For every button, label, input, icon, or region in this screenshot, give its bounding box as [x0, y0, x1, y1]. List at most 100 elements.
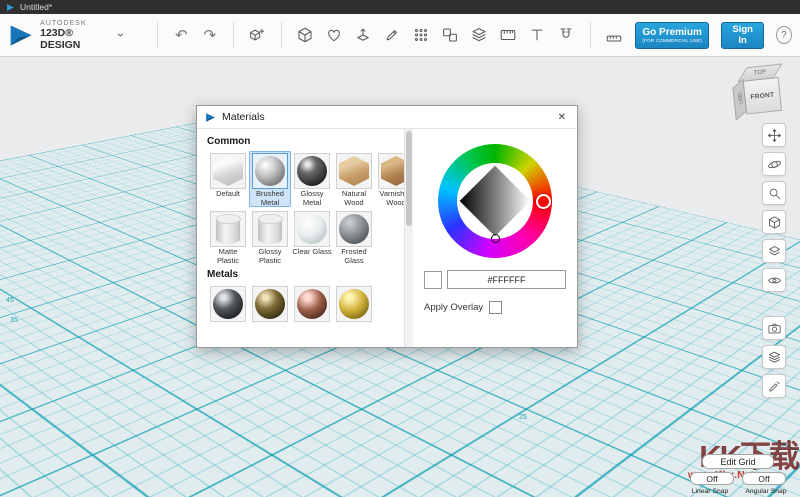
app-menu-button[interactable]: AUTODESK 123D® DESIGN [8, 20, 125, 51]
grouping-icon [441, 26, 459, 44]
materials-dialog: Materials ✕ Common DefaultBrushed MetalGl… [196, 105, 578, 348]
scrollbar-thumb[interactable] [406, 131, 412, 226]
ruler-icon[interactable] [602, 23, 627, 48]
material-item[interactable]: Brushed Metal [249, 151, 291, 207]
grid-axis-label: 25 [519, 414, 527, 421]
sign-in-button[interactable]: Sign In [721, 22, 763, 49]
material-swatch[interactable] [210, 211, 246, 247]
brand-logo-icon [8, 22, 34, 49]
combine-icon[interactable] [467, 23, 492, 48]
material-item[interactable] [249, 284, 291, 340]
material-swatch[interactable] [336, 286, 372, 322]
material-label [291, 323, 333, 340]
material-item[interactable] [207, 284, 249, 340]
viewcube-front-label: FRONT [750, 91, 774, 100]
app-logo-icon [6, 3, 15, 12]
construct-icon [354, 26, 372, 44]
material-item[interactable] [291, 284, 333, 340]
grouping-icon[interactable] [438, 23, 463, 48]
material-item[interactable] [333, 284, 375, 340]
material-label [333, 323, 375, 340]
wood-cube-icon [339, 156, 369, 186]
materials-section-header: Common [207, 136, 402, 147]
zoom-icon[interactable] [762, 181, 786, 205]
toolbar-group-tools [293, 23, 579, 48]
sketch-edit-icon[interactable] [762, 374, 786, 398]
viewcube-front-face[interactable]: FRONT [743, 77, 782, 115]
color-wheel[interactable] [438, 144, 552, 258]
measure-icon [499, 26, 517, 44]
toolbar-divider [157, 22, 158, 48]
material-swatch[interactable] [294, 211, 330, 247]
materials-scrollbar[interactable] [404, 129, 413, 347]
view-mode-icon[interactable] [762, 239, 786, 263]
primitives-icon [296, 26, 314, 44]
zoom-icon [767, 186, 782, 201]
edit-grid-button[interactable]: Edit Grid [702, 454, 774, 469]
screenshot-icon[interactable] [762, 316, 786, 340]
pan-icon[interactable] [762, 123, 786, 147]
pattern-icon[interactable] [409, 23, 434, 48]
material-item[interactable]: Glossy Plastic [249, 209, 291, 265]
material-swatch[interactable] [336, 153, 372, 189]
material-swatch[interactable] [294, 286, 330, 322]
view-cube[interactable]: TOP LEFT FRONT [727, 62, 792, 122]
close-icon[interactable]: ✕ [555, 110, 569, 125]
material-swatch[interactable] [336, 211, 372, 247]
viewport-3d[interactable]: 45 35 25 TOP LEFT FRONT Materials ✕ Common… [0, 57, 800, 497]
materials-dialog-titlebar[interactable]: Materials ✕ [197, 106, 577, 129]
snap-icon[interactable] [554, 23, 579, 48]
material-swatch[interactable] [252, 286, 288, 322]
material-swatch[interactable] [294, 153, 330, 189]
orbit-icon [767, 157, 782, 172]
measure-icon[interactable] [496, 23, 521, 48]
apply-overlay-checkbox[interactable] [489, 301, 502, 314]
fit-view-icon [767, 215, 782, 230]
material-item[interactable]: Default [207, 151, 249, 207]
sketch-edit-icon [767, 379, 782, 394]
material-item[interactable]: Matte Plastic [207, 209, 249, 265]
apply-overlay-row: Apply Overlay [424, 301, 566, 314]
material-swatch[interactable] [252, 153, 288, 189]
undo-button[interactable]: ↶ [169, 23, 194, 48]
text-icon[interactable] [525, 23, 550, 48]
grid-axis-label: 35 [10, 317, 18, 324]
material-item[interactable]: Varnished Wood [375, 151, 404, 207]
material-swatch[interactable] [210, 153, 246, 189]
primitives-icon[interactable] [293, 23, 318, 48]
toolbar-group-transform [245, 23, 270, 48]
construct-icon[interactable] [351, 23, 376, 48]
value-marker[interactable] [491, 234, 500, 243]
hex-color-input[interactable] [447, 270, 566, 289]
material-swatch[interactable] [378, 153, 404, 189]
redo-icon: ↷ [204, 28, 217, 43]
sketch-icon[interactable] [322, 23, 347, 48]
material-label: Glossy Metal [291, 190, 333, 207]
material-label: Clear Glass [291, 248, 333, 265]
orbit-icon[interactable] [762, 152, 786, 176]
visibility-icon[interactable] [762, 268, 786, 292]
pan-icon [767, 128, 782, 143]
go-premium-button[interactable]: Go Premium (FOR COMMERCIAL USE) [635, 22, 710, 49]
current-color-swatch [424, 271, 442, 289]
chevron-down-icon[interactable] [116, 30, 125, 40]
material-item[interactable]: Clear Glass [291, 209, 333, 265]
materials-icon[interactable] [762, 345, 786, 369]
help-button[interactable]: ? [776, 26, 792, 44]
material-item[interactable]: Glossy Metal [291, 151, 333, 207]
fit-view-icon[interactable] [762, 210, 786, 234]
material-item[interactable]: Frosted Glass [333, 209, 375, 265]
material-label: Default [207, 190, 249, 207]
hue-marker[interactable] [536, 194, 551, 209]
linear-snap-button[interactable]: Off [690, 472, 734, 485]
redo-button[interactable]: ↷ [198, 23, 223, 48]
modify-icon[interactable] [380, 23, 405, 48]
grid-axis-label: 45 [6, 297, 14, 304]
toolbar-group-ruler [602, 23, 627, 48]
transform-icon[interactable] [245, 23, 270, 48]
material-item[interactable]: Natural Wood [333, 151, 375, 207]
material-swatch[interactable] [210, 286, 246, 322]
angular-snap-button[interactable]: Off [742, 472, 786, 485]
material-swatch[interactable] [252, 211, 288, 247]
window-title: Untitled* [20, 2, 52, 12]
